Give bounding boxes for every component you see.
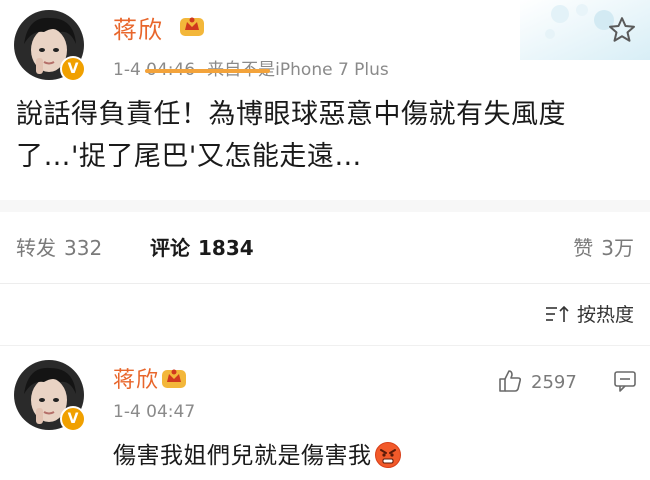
post-meta: 1-4 04:46来自不是iPhone 7 Plus xyxy=(113,55,389,80)
comment-body: 傷害我姐們兒就是傷害我 xyxy=(113,436,402,470)
divider xyxy=(0,345,650,346)
like-count: 3万 xyxy=(601,236,634,260)
comment-author-avatar[interactable]: V xyxy=(14,360,86,432)
sort-label: 按热度 xyxy=(576,304,634,326)
sort-icon xyxy=(545,305,569,322)
favorite-star-icon[interactable] xyxy=(607,15,637,45)
thumbs-up-icon xyxy=(499,370,522,392)
crown-member-icon xyxy=(162,369,186,388)
post-text-line: 說話得負責任！為博眼球惡意中傷就有失風度 xyxy=(16,99,566,130)
repost-count: 332 xyxy=(64,236,103,260)
post-body: 說話得負責任！為博眼球惡意中傷就有失風度 了…'捉了尾巴'又怎能走遠… xyxy=(16,94,636,178)
comment-like-button[interactable]: 2597 xyxy=(497,368,577,394)
section-divider xyxy=(0,200,650,212)
comment-icon[interactable] xyxy=(613,370,637,392)
post-author-avatar[interactable]: V xyxy=(14,10,86,82)
post-text-line: 了…'捉了尾巴'又怎能走遠… xyxy=(16,141,362,172)
post-author-name[interactable]: 蒋欣 xyxy=(113,10,163,45)
comment-text: 傷害我姐們兒就是傷害我 xyxy=(113,443,372,469)
comment-like-count: 2597 xyxy=(531,372,577,393)
angry-face-emoji xyxy=(374,442,401,468)
action-tab-bar: 转发 332 评论 1834 赞 3万 xyxy=(0,212,650,282)
comment-time: 1-4 04:47 xyxy=(113,402,196,422)
verified-v-icon: V xyxy=(60,406,86,432)
comment-label: 评论 xyxy=(150,236,190,260)
weibo-post-page: V 蒋欣 1-4 04:46来自不是iPhone 7 Plus 說話得負責任！為… xyxy=(0,0,650,480)
sort-by-hot-button[interactable]: 按热度 xyxy=(545,300,634,327)
tab-repost[interactable]: 转发 332 xyxy=(16,232,102,261)
active-tab-indicator xyxy=(145,69,270,73)
verified-v-icon: V xyxy=(60,56,86,82)
like-label: 赞 xyxy=(573,236,594,260)
tab-likes[interactable]: 赞 3万 xyxy=(573,232,634,261)
comment-author-name[interactable]: 蒋欣 xyxy=(113,362,159,394)
tab-comments[interactable]: 评论 1834 xyxy=(150,232,254,261)
divider xyxy=(0,283,650,284)
crown-member-icon xyxy=(180,17,204,36)
repost-label: 转发 xyxy=(16,236,56,260)
comment-count: 1834 xyxy=(198,236,254,260)
